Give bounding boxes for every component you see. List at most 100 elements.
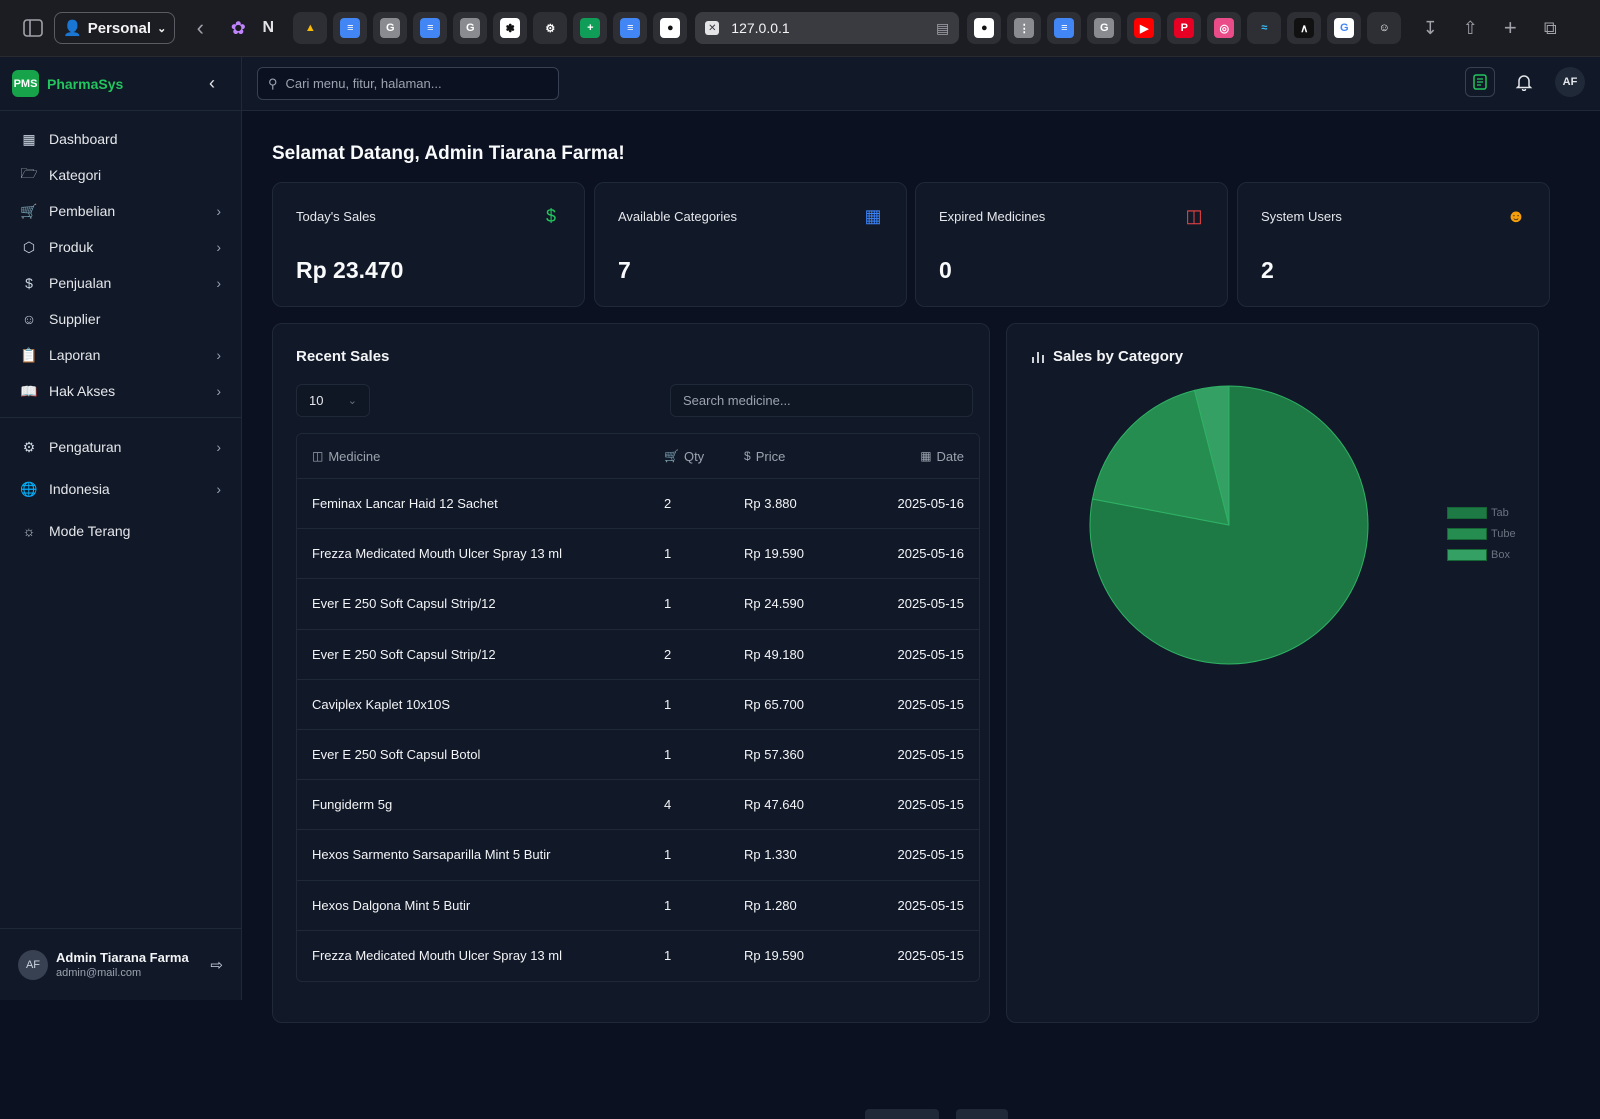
cell-qty: 1 [664, 948, 672, 964]
cell-medicine: Fungiderm 5g [312, 797, 393, 813]
tab-github-icon[interactable]: ● [967, 12, 1002, 44]
app-name[interactable]: PharmaSys [47, 76, 123, 92]
col-medicine[interactable]: Medicine [328, 449, 380, 464]
profile-label: Personal [87, 19, 152, 37]
tab-dribbble-icon[interactable]: ◎ [1207, 12, 1242, 44]
browser-toolbar: 👤 Personal ⌄ ‹ ✿ N ▲ ≡ G ≡ G ✽ ⚙ + ≡ ● ✕ 127.0.0.… [0, 0, 1600, 57]
tab-docs-icon[interactable]: ≡ [413, 12, 448, 44]
brand: PMS PharmaSys ‹ [0, 57, 241, 111]
archive-icon: ◫ [1185, 205, 1203, 226]
tab-docs-icon[interactable]: ≡ [613, 12, 648, 44]
sidebar-item-pengaturan[interactable]: ⚙ Pengaturan › [0, 426, 241, 468]
tab-user-icon[interactable]: ☺ [1367, 12, 1402, 44]
chevron-right-icon: › [216, 347, 221, 363]
tab-github-icon[interactable]: ● [653, 12, 688, 44]
tab-slack-icon[interactable]: ✽ [493, 12, 528, 44]
share-icon[interactable]: ⇧ [1455, 13, 1485, 43]
col-qty[interactable]: Qty [684, 449, 704, 464]
sidebar-item-mode-terang[interactable]: ☼ Mode Terang [0, 510, 241, 552]
col-price[interactable]: Price [756, 449, 786, 464]
global-search[interactable]: ⚲ [257, 67, 559, 100]
tab-tailwind-icon[interactable]: ≈ [1247, 12, 1282, 44]
sidebar-item-hak-akses[interactable]: 📖 Hak Akses › [0, 373, 241, 409]
notion-icon[interactable]: N [253, 13, 283, 43]
tab-vercel-icon[interactable]: ∧ [1287, 12, 1322, 44]
legend-item[interactable]: Box [1447, 544, 1516, 565]
stat-card-value: 2 [1261, 257, 1274, 283]
sidebar-item-pembelian[interactable]: 🛒 Pembelian › [0, 193, 241, 229]
sidebar-toggle-icon[interactable] [18, 13, 48, 43]
table-row[interactable]: Ever E 250 Soft Capsul Strip/12 1 Rp 24.59… [297, 579, 979, 630]
tab-drive-icon[interactable]: ▲ [293, 12, 328, 44]
cell-price: Rp 47.640 [744, 797, 804, 813]
bell-icon[interactable] [1509, 67, 1539, 97]
tab-google-icon[interactable]: G [1327, 12, 1362, 44]
table-row[interactable]: Feminax Lancar Haid 12 Sachet 2 Rp 3.880 20… [297, 479, 979, 530]
table-row[interactable]: Fungiderm 5g 4 Rp 47.640 2025-05-15 [297, 780, 979, 831]
pagination-button[interactable] [956, 1109, 1008, 1119]
tab-pinterest-icon[interactable]: P [1167, 12, 1202, 44]
new-tab-icon[interactable]: + [1495, 13, 1525, 43]
document-button[interactable] [1465, 67, 1495, 97]
search-input[interactable] [285, 76, 546, 91]
medicine-search-input[interactable] [683, 393, 953, 408]
tab-openai-icon[interactable]: ⚙ [533, 12, 568, 44]
sidebar-item-kategori[interactable]: 🗁 Kategori [0, 157, 241, 193]
cell-qty: 4 [664, 797, 672, 813]
sidebar: PMS PharmaSys ‹ ▦ Dashboard 🗁 Kategori 🛒 Pemb… [0, 57, 242, 1000]
sidebar-item-dashboard[interactable]: ▦ Dashboard [0, 121, 241, 157]
cell-medicine: Caviplex Kaplet 10x10S [312, 696, 451, 712]
table-row[interactable]: Ever E 250 Soft Capsul Botol 1 Rp 57.360 20… [297, 730, 979, 781]
tab-overview-icon[interactable]: ⧉ [1535, 13, 1565, 43]
medicine-search[interactable] [670, 384, 973, 417]
table-row[interactable]: Frezza Medicated Mouth Ulcer Spray 13 ml… [297, 529, 979, 580]
table-row[interactable]: Frezza Medicated Mouth Ulcer Spray 13 ml… [297, 931, 979, 981]
reader-icon[interactable]: ▤ [936, 20, 949, 37]
tab-g-icon[interactable]: G [373, 12, 408, 44]
table-row[interactable]: Ever E 250 Soft Capsul Strip/12 2 Rp 49.18… [297, 630, 979, 680]
col-date[interactable]: Date [937, 449, 964, 464]
table-header: ◫ Medicine 🛒 Qty $ Price ▦ Date [297, 434, 979, 479]
gear-icon: ⚙ [22, 438, 36, 455]
avatar[interactable]: AF [18, 949, 48, 980]
app-logo[interactable]: PMS [12, 70, 39, 97]
cart-icon: 🛒 [664, 449, 679, 463]
url-bar[interactable]: ✕ 127.0.0.1 ▤ [695, 12, 960, 44]
profile-switcher[interactable]: 👤 Personal ⌄ [54, 12, 176, 44]
tab-g-icon[interactable]: G [453, 12, 488, 44]
tab-docs-icon[interactable]: ≡ [333, 12, 368, 44]
sidebar-item-penjualan[interactable]: $ Penjualan › [0, 265, 241, 301]
collapse-sidebar-icon[interactable]: ‹ [209, 73, 215, 94]
cell-price: Rp 3.880 [744, 496, 797, 512]
pagination-button[interactable] [865, 1109, 939, 1119]
legend-item[interactable]: Tube [1447, 523, 1516, 544]
table-row[interactable]: Caviplex Kaplet 10x10S 1 Rp 65.700 2025-05-… [297, 680, 979, 730]
site-close-icon[interactable]: ✕ [705, 21, 720, 35]
chevron-right-icon: › [216, 203, 221, 219]
tab-g-icon[interactable]: G [1087, 12, 1122, 44]
sidebar-item-indonesia[interactable]: 🌐 Indonesia › [0, 468, 241, 510]
table-row[interactable]: Hexos Sarmento Sarsaparilla Mint 5 Butir… [297, 830, 979, 881]
table-row[interactable]: Hexos Dalgona Mint 5 Butir 1 Rp 1.280 2025-… [297, 881, 979, 931]
sidebar-item-laporan[interactable]: 📋 Laporan › [0, 337, 241, 373]
chevron-right-icon: › [216, 275, 221, 291]
tab-youtube-icon[interactable]: ▶ [1127, 12, 1162, 44]
tab-dots-icon[interactable]: ⋮ [1007, 12, 1042, 44]
sidebar-item-produk[interactable]: ⬡ Produk › [0, 229, 241, 265]
cell-price: Rp 24.590 [744, 596, 804, 612]
tab-docs-icon[interactable]: ≡ [1047, 12, 1082, 44]
sidebar-item-supplier[interactable]: ☺ Supplier [0, 301, 241, 337]
recent-sales-title: Recent Sales [296, 348, 390, 365]
stat-card-value: Rp 23.470 [296, 257, 404, 283]
brain-app-icon[interactable]: ✿ [223, 13, 253, 43]
logout-icon[interactable]: ⇨ [210, 956, 223, 974]
tab-sheets-icon[interactable]: + [573, 12, 608, 44]
per-page-select[interactable]: 10 ⌄ [296, 384, 370, 417]
legend-swatch [1447, 506, 1487, 519]
legend-item[interactable]: Tab [1447, 502, 1516, 523]
download-icon[interactable]: ↧ [1415, 13, 1445, 43]
back-icon[interactable]: ‹ [185, 13, 215, 43]
dollar-icon: $ [744, 449, 751, 463]
avatar[interactable]: AF [1555, 67, 1585, 97]
url-text[interactable]: 127.0.0.1 [731, 20, 789, 36]
